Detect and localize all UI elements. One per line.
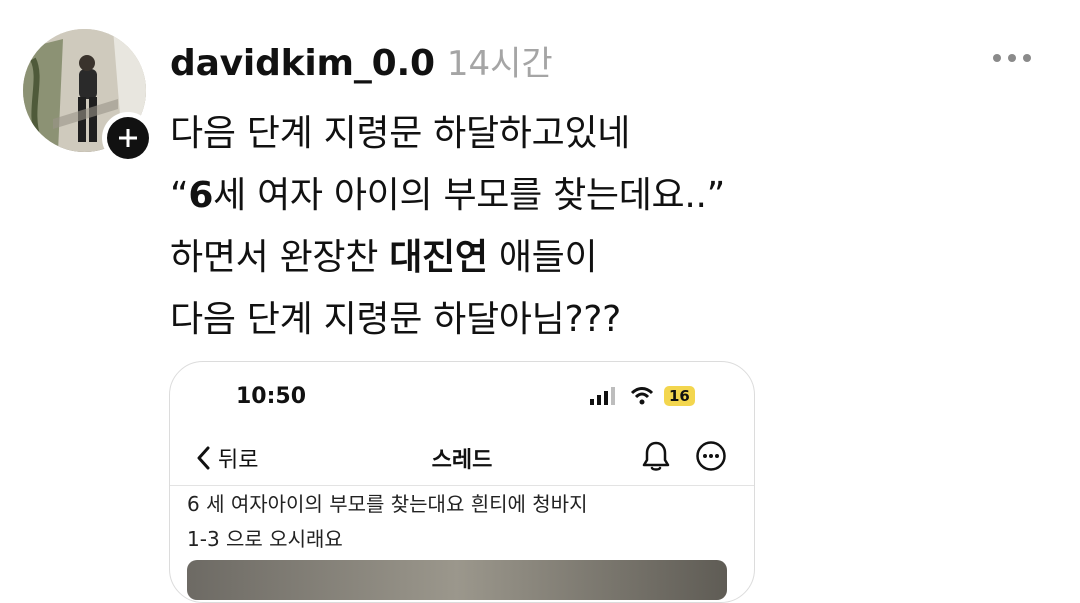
- status-bar-icons: 16: [590, 386, 695, 406]
- post-header: davidkim_0.0 14시간: [170, 36, 553, 85]
- bell-icon: [642, 441, 670, 471]
- post-text: “: [170, 175, 189, 216]
- post-text: 다음 단계 지령문 하달하고있네: [170, 113, 631, 154]
- battery-indicator: 16: [664, 386, 695, 406]
- attached-image[interactable]: 10:50 16 뒤로 스레드 6 세 여자아이의 부모를 찾는대요 흰티에 청…: [169, 361, 755, 603]
- post-text-bold: 6: [188, 175, 214, 216]
- notification-button[interactable]: [641, 440, 671, 476]
- post-text-line: 하면서 완장찬 대진연 애들이: [170, 228, 598, 280]
- post-text: 세 여자 아이의 부모를 찾는데요..”: [213, 175, 725, 216]
- divider: [170, 485, 754, 486]
- post-text-line: 다음 단계 지령문 하달아님???: [170, 290, 621, 342]
- embedded-media: [187, 560, 727, 600]
- post-text-bold: 대진연: [389, 237, 488, 278]
- plus-icon: [119, 129, 137, 147]
- more-button[interactable]: [992, 50, 1032, 69]
- post-text: 애들이: [487, 237, 598, 278]
- nav-bar: 뒤로 스레드: [170, 438, 754, 484]
- more-horizontal-icon: [993, 54, 1031, 62]
- post-text: 하면서 완장찬: [170, 237, 390, 278]
- follow-button-circle: [107, 117, 149, 159]
- username[interactable]: davidkim_0.0: [170, 43, 435, 84]
- more-options-button[interactable]: [695, 440, 727, 476]
- signal-icon: [590, 387, 615, 405]
- follow-button[interactable]: [102, 112, 154, 164]
- embedded-post-text: 1-3 으로 오시래요: [187, 527, 343, 551]
- wifi-icon: [630, 387, 654, 405]
- more-circle-icon: [696, 441, 726, 471]
- post-text: 다음 단계 지령문 하달아님???: [170, 299, 621, 340]
- post-text-line: 다음 단계 지령문 하달하고있네: [170, 104, 630, 156]
- post-text-line: “6세 여자 아이의 부모를 찾는데요..”: [170, 166, 725, 218]
- embedded-post-text: 6 세 여자아이의 부모를 찾는대요 흰티에 청바지: [187, 492, 588, 516]
- status-bar-time: 10:50: [236, 384, 307, 409]
- post-time: 14시간: [446, 44, 553, 84]
